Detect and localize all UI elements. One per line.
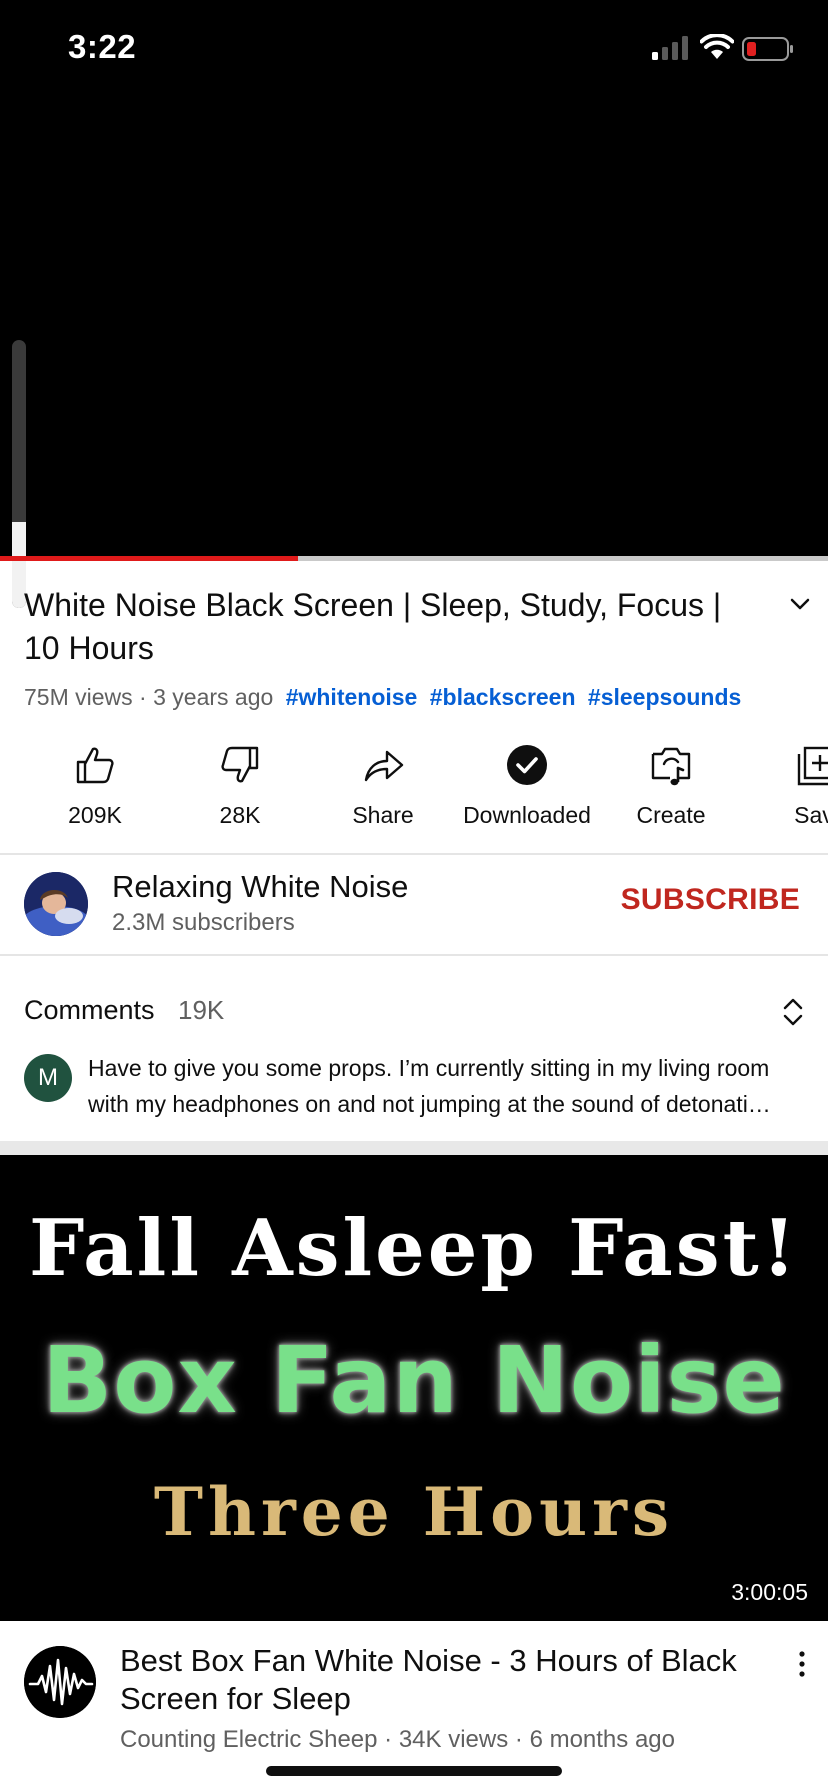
battery-icon [742,37,793,61]
cellular-signal-icon [652,36,688,60]
channel-avatar-image [24,872,88,936]
volume-slider[interactable] [12,340,26,608]
downloaded-button[interactable]: Downloaded [455,742,599,829]
dislike-button[interactable]: 28K [168,742,312,829]
status-time: 3:22 [68,28,137,65]
comments-title[interactable]: Comments [24,995,155,1026]
video-title[interactable]: White Noise Black Screen | Sleep, Study,… [24,584,724,670]
hashtag-link[interactable]: #sleepsounds [588,684,741,710]
divider [0,954,828,956]
section-separator [0,1141,828,1155]
dislike-count: 28K [219,802,261,828]
next-video-title[interactable]: Best Box Fan White Noise - 3 Hours of Bl… [120,1642,770,1718]
comments-count: 19K [178,995,225,1025]
next-video-meta: Counting Electric Sheep · 34K views · 6 … [120,1726,675,1754]
comment-preview-text[interactable]: Have to give you some props. I’m current… [88,1050,808,1122]
video-duration: 3:00:05 [731,1579,808,1605]
create-label: Create [636,802,706,828]
video-progress-fill [0,556,299,561]
thumbnail-subheadline: Box Fan Noise [42,1327,786,1434]
video-player[interactable]: 3:22 [0,0,828,608]
like-button[interactable]: 209K [23,742,167,829]
next-video-channel[interactable]: Counting Electric Sheep [120,1726,377,1753]
next-video-views: 34K views [398,1726,509,1753]
wifi-icon [700,34,734,59]
video-meta: 75M views · 3 years ago #whitenoise #bla… [24,684,741,711]
video-progress-bar[interactable] [0,556,828,561]
chevron-down-icon[interactable] [786,590,814,618]
subscribe-button[interactable]: SUBSCRIBE [600,883,800,917]
thumbnail-headline: Fall Asleep Fast! [29,1203,799,1294]
channel-subscriber-count: 2.3M subscribers [112,909,295,936]
hashtag-link[interactable]: #whitenoise [286,684,418,710]
meta-separator: · [514,1726,530,1753]
view-count: 75M views [24,684,133,710]
upload-age: 3 years ago [153,684,274,710]
channel-avatar[interactable] [24,872,88,936]
create-button[interactable]: Create [599,742,743,829]
action-bar: 209K 28K Share Downloaded Create Sa [0,742,828,836]
downloaded-check-icon [507,745,547,785]
comment-author-avatar[interactable]: M [24,1054,72,1102]
save-playlist-icon [797,746,828,786]
next-video-thumbnail[interactable]: Fall Asleep Fast! Box Fan Noise Three Ho… [0,1155,828,1621]
divider [0,853,828,855]
meta-separator: · [384,1726,399,1753]
expand-comments-icon[interactable] [778,994,808,1030]
save-label: Sav [794,802,828,828]
share-button[interactable]: Share [311,742,455,829]
hashtag-link[interactable]: #blackscreen [430,684,576,710]
meta-separator: · [139,684,154,710]
thumbnail-tagline: Three Hours [153,1473,675,1551]
create-icon [651,747,691,786]
downloaded-label: Downloaded [463,802,591,828]
thumbs-down-icon [221,746,259,783]
thumbs-up-icon [76,747,114,784]
like-count: 209K [68,802,122,828]
share-label: Share [352,802,414,828]
save-button[interactable]: Sav [742,742,828,829]
share-icon [364,750,404,782]
channel-avatar-soundwave-icon[interactable] [24,1646,96,1718]
more-options-icon[interactable] [792,1648,812,1680]
home-indicator[interactable] [266,1766,562,1776]
channel-name[interactable]: Relaxing White Noise [112,869,408,905]
next-video-age: 6 months ago [529,1726,675,1753]
